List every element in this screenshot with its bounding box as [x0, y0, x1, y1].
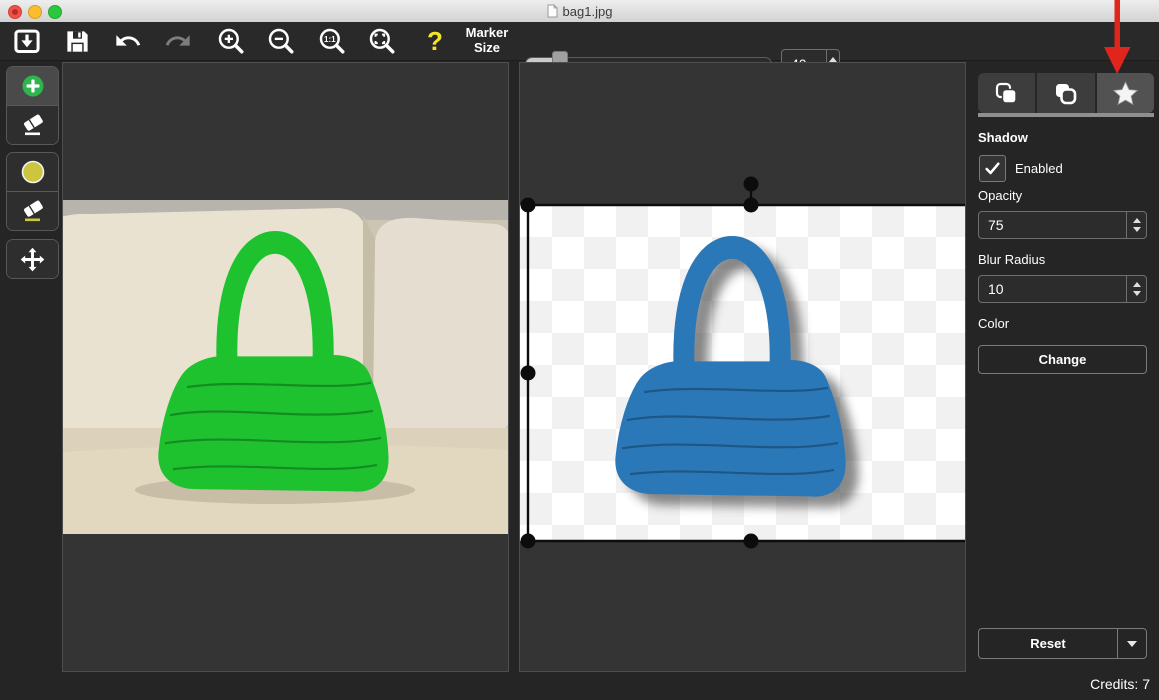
shadow-enabled-label: Enabled [1015, 161, 1063, 176]
title-bar: bag1.jpg [0, 0, 1159, 23]
shadow-enabled-checkbox[interactable] [979, 155, 1006, 182]
blur-radius-stepper[interactable] [1126, 276, 1146, 302]
tab-background[interactable] [1035, 73, 1094, 113]
opacity-stepper[interactable] [1126, 212, 1146, 238]
stepper-up-icon [1133, 282, 1141, 287]
star-icon [1112, 80, 1139, 107]
move-tool[interactable] [7, 240, 58, 278]
window-title: bag1.jpg [563, 4, 613, 19]
reset-button[interactable]: Reset [978, 628, 1147, 659]
background-tool-group [6, 152, 59, 231]
source-photo[interactable] [63, 200, 509, 534]
opacity-spinbox [978, 211, 1147, 239]
open-image-button[interactable] [8, 25, 46, 57]
rotate-handle[interactable] [744, 177, 759, 192]
undo-button[interactable] [109, 25, 147, 57]
shadow-color-label: Color [978, 316, 1009, 331]
change-color-button[interactable]: Change [978, 345, 1147, 374]
zoom-fit-icon [368, 27, 396, 55]
stepper-down-icon [1133, 291, 1141, 296]
foreground-marker-tool[interactable] [7, 67, 58, 105]
blur-radius-label: Blur Radius [978, 252, 1045, 267]
toolbar: 1:1 ? Marker Size [0, 22, 1159, 61]
foreground-eraser-tool[interactable] [7, 105, 58, 144]
eraser-icon [20, 112, 46, 138]
zoom-actual-size-button[interactable]: 1:1 [313, 25, 351, 57]
reset-dropdown-button[interactable] [1117, 629, 1146, 658]
zoom-in-button[interactable] [212, 25, 250, 57]
source-image-panel[interactable] [62, 62, 509, 672]
move-tool-group [6, 239, 59, 279]
help-button[interactable]: ? [421, 22, 449, 60]
shadow-heading: Shadow [978, 130, 1028, 145]
zoom-out-icon [267, 27, 295, 55]
zoom-out-button[interactable] [262, 25, 300, 57]
background-eraser-tool[interactable] [7, 191, 58, 230]
opacity-label: Opacity [978, 188, 1022, 203]
zoom-actual-icon: 1:1 [318, 27, 346, 55]
import-icon [13, 27, 41, 55]
result-photo [520, 205, 966, 541]
document-icon [547, 4, 558, 18]
result-bag-blue [616, 247, 845, 496]
settings-tab-bar [978, 73, 1154, 113]
layers-filled-icon [994, 81, 1019, 106]
reset-button-label: Reset [979, 629, 1117, 658]
blur-radius-input[interactable] [979, 276, 1126, 302]
save-icon [64, 28, 91, 55]
zoom-fit-button[interactable] [363, 25, 401, 57]
stepper-down-icon [1133, 227, 1141, 232]
undo-icon [114, 27, 142, 55]
background-marker-tool[interactable] [7, 153, 58, 191]
help-icon: ? [427, 26, 443, 57]
blur-radius-spinbox [978, 275, 1147, 303]
tab-effects[interactable] [1095, 73, 1154, 113]
save-button[interactable] [58, 25, 96, 57]
tab-foreground[interactable] [978, 73, 1035, 113]
redo-button[interactable] [159, 25, 197, 57]
move-icon [19, 246, 46, 273]
zoom-in-icon [217, 27, 245, 55]
tab-underline [978, 113, 1154, 117]
transparency-checkerboard [520, 205, 966, 541]
layers-outline-icon [1053, 81, 1078, 106]
actual-size-glyph: 1:1 [324, 35, 336, 44]
result-image-panel[interactable] [519, 62, 966, 672]
checkmark-icon [984, 160, 1001, 177]
foreground-tool-group [6, 66, 59, 145]
yellow-circle-marker-icon [20, 159, 46, 185]
opacity-input[interactable] [979, 212, 1126, 238]
eraser-yellow-icon [20, 198, 46, 224]
dropdown-arrow-icon [1127, 641, 1137, 647]
green-plus-marker-icon [21, 74, 45, 98]
redo-icon [164, 27, 192, 55]
credits-counter: Credits: 7 [1090, 676, 1150, 692]
window-title-wrap: bag1.jpg [0, 0, 1159, 22]
marker-size-label: Marker Size [452, 25, 522, 55]
stepper-up-icon [1133, 218, 1141, 223]
